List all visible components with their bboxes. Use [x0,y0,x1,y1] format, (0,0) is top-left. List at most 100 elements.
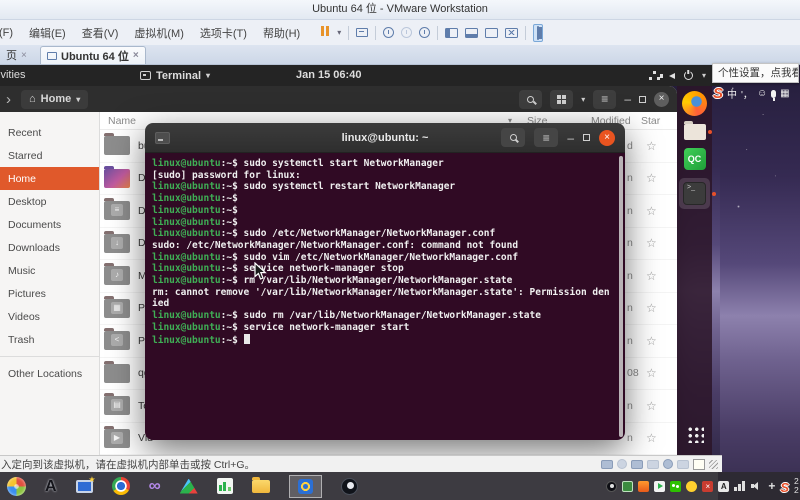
menu-button[interactable]: ≡ [593,89,617,109]
start-button[interactable] [7,476,26,496]
close-tab-icon[interactable]: × [21,50,27,61]
tray-signal-icon[interactable] [734,481,747,491]
star-icon[interactable]: ☆ [646,171,657,185]
send-ctrl-alt-del-icon[interactable] [356,28,369,37]
topbar-clock[interactable]: Jan 15 06:40 [296,65,361,86]
maximize-button[interactable] [639,95,646,103]
printer-icon[interactable] [677,459,689,469]
dock-firefox[interactable] [682,91,707,116]
tray-wechat-icon[interactable] [670,480,682,492]
sidebar-item-videos[interactable]: Videos [0,305,99,328]
sidebar-item-starred[interactable]: Starred [0,144,99,167]
sidebar-item-recent[interactable]: Recent [0,121,99,144]
menu-file[interactable]: (F) [0,27,21,39]
sound-icon[interactable] [663,459,673,469]
suspend-vm-button[interactable] [320,26,330,39]
tray-yellow-app-icon[interactable] [686,480,698,492]
taskbar-app-visual-studio[interactable]: ∞ [149,477,161,495]
taskbar-app-chrome[interactable] [111,477,130,495]
maximize-button[interactable] [583,134,590,141]
tab-ubuntu-vm[interactable]: Ubuntu 64 位 × [40,46,146,64]
sidebar-item-downloads[interactable]: Downloads [0,236,99,259]
terminal-search-button[interactable] [501,128,526,147]
menu-edit[interactable]: 编辑(E) [21,25,74,41]
close-tab-icon[interactable]: × [133,50,139,61]
system-status-area[interactable]: ▾ [648,65,706,86]
sidebar-item-documents[interactable]: Documents [0,213,99,236]
vmware-titlebar[interactable]: Ubuntu 64 位 - VMware Workstation [0,0,800,20]
resize-grip[interactable] [709,459,718,469]
activities-button[interactable]: ivities [0,65,26,86]
tray-launcher-icon[interactable] [654,480,666,492]
tray-volume-icon[interactable] [751,481,763,491]
sogou-logo-icon[interactable]: S [713,85,723,102]
close-button[interactable]: × [654,91,669,107]
sidebar-item-trash[interactable]: Trash [0,328,99,351]
sidebar-item-desktop[interactable]: Desktop [0,190,99,213]
path-button[interactable]: ⌂ Home ▾ [21,89,89,109]
menu-view[interactable]: 查看(V) [74,25,127,41]
dock-files[interactable] [683,121,712,140]
column-name[interactable]: Name [108,112,136,130]
sidebar-item-other-locations[interactable]: Other Locations [0,362,99,385]
menu-help[interactable]: 帮助(H) [255,25,308,41]
star-icon[interactable]: ☆ [646,269,657,283]
tab-home[interactable]: 页 × [0,46,34,64]
taskbar-app-vmware-active[interactable] [288,474,322,498]
taskbar-clock[interactable]: 2 2 [794,477,800,495]
sidebar-item-pictures[interactable]: Pictures [0,282,99,305]
sogou-ime-bar[interactable]: S 中 '， ☺ ▦ [713,85,790,102]
show-library-icon[interactable] [445,27,459,38]
dock-qc-app[interactable]: QC [683,148,706,170]
take-snapshot-icon[interactable] [383,27,395,38]
column-star[interactable]: Star [641,112,660,130]
taskbar-app-remote-desktop[interactable] [75,475,96,493]
revert-snapshot-icon[interactable] [401,27,413,38]
forward-icon[interactable]: › [0,91,17,108]
star-icon[interactable]: ☆ [646,301,657,315]
sidebar-item-home[interactable]: Home [0,167,99,190]
show-applications-button[interactable] [685,425,704,443]
tray-ime-icon[interactable]: A [718,480,730,492]
star-icon[interactable]: ☆ [646,236,657,250]
manage-snapshots-icon[interactable] [419,27,431,38]
fullscreen-icon[interactable] [485,27,499,38]
console-view-icon[interactable] [465,27,479,38]
taskbar-app-obs[interactable] [340,477,358,495]
menu-tabs[interactable]: 选项卡(T) [192,25,255,41]
emoji-icon[interactable]: ☺ [757,88,767,99]
star-icon[interactable]: ☆ [646,431,657,445]
star-icon[interactable]: ☆ [646,139,657,153]
power-dropdown-icon[interactable]: ▾ [337,28,341,37]
tray-move-tool-icon[interactable]: + [768,480,775,492]
taskbar-app-explorer[interactable] [251,476,270,493]
voice-input-icon[interactable] [771,89,777,101]
cd-drive-icon[interactable] [617,459,627,469]
minimize-button[interactable]: – [567,131,574,145]
tray-network-error-icon[interactable]: × [702,480,714,492]
terminal-menu-button[interactable]: ≡ [534,128,559,147]
star-icon[interactable]: ☆ [646,399,657,413]
dock-terminal[interactable] [679,178,716,209]
unity-mode-icon[interactable] [505,27,519,38]
tray-orange-app-icon[interactable] [638,480,650,492]
view-options-caret[interactable]: ▾ [581,95,585,104]
view-toggle-button[interactable] [550,89,574,109]
tray-sogou-icon[interactable]: S [780,481,789,494]
message-log-icon[interactable] [693,458,705,470]
sidebar-item-music[interactable]: Music [0,259,99,282]
toggle-panel-button[interactable] [533,23,544,42]
star-icon[interactable]: ☆ [646,334,657,348]
usb-device-icon[interactable] [647,459,659,469]
keyboard-icon[interactable]: ▦ [780,88,789,99]
terminal-scrollbar[interactable] [619,156,623,437]
focused-app-menu[interactable]: Terminal ▾ [140,65,210,86]
host-tooltip[interactable]: 个性设置，点我看看 [712,63,799,83]
taskbar-app-stats[interactable] [216,478,233,494]
taskbar-app-axure[interactable]: A [45,477,57,496]
tray-obs-icon[interactable] [606,480,618,492]
network-adapter-icon[interactable] [631,459,643,469]
search-button[interactable] [519,89,543,109]
ime-mode-indicator[interactable]: 中 [727,86,737,101]
menu-vm[interactable]: 虚拟机(M) [126,25,192,41]
